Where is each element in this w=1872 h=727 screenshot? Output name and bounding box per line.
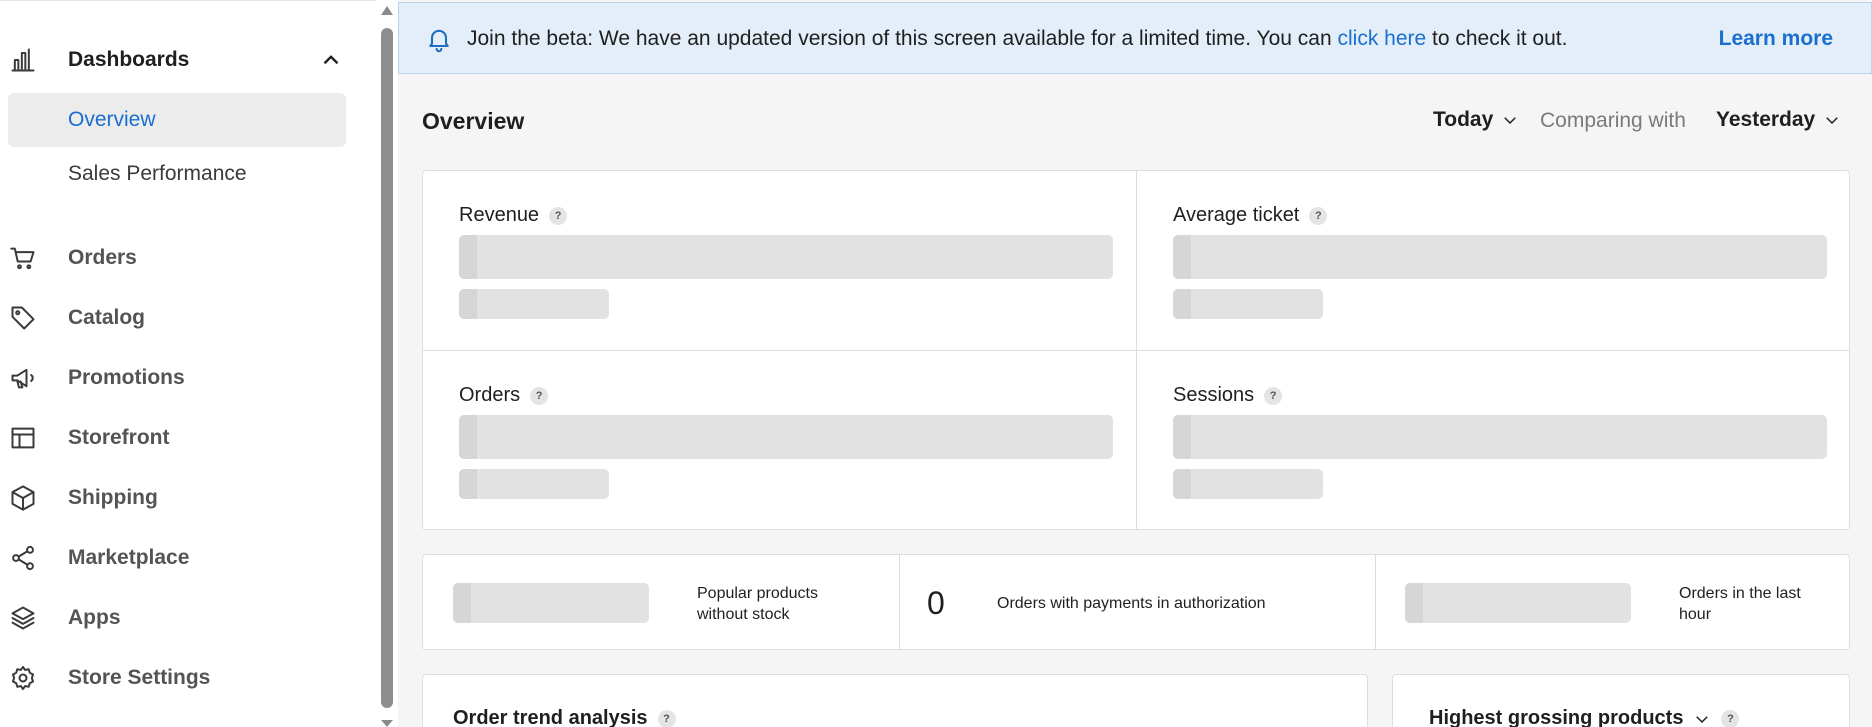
chevron-down-icon — [1826, 117, 1839, 125]
box-icon — [8, 483, 38, 513]
period-value: Today — [1433, 108, 1494, 131]
layers-icon — [8, 603, 38, 633]
nav-group-label: Dashboards — [68, 48, 190, 71]
sidebar-item-label: Promotions — [68, 366, 185, 389]
banner-message: Join the beta: We have an updated versio… — [467, 27, 1567, 51]
help-icon[interactable]: ? — [1309, 206, 1328, 225]
chevron-up-icon[interactable] — [318, 47, 344, 73]
scroll-thumb[interactable] — [381, 28, 393, 708]
metrics-panel: Revenue ? Average ticket ? Orders ? Sess… — [422, 170, 1850, 530]
loading-skeleton — [459, 415, 1113, 459]
sidebar-item-shipping[interactable]: Shipping — [0, 473, 360, 523]
metric-label-row: Average ticket ? — [1173, 204, 1328, 227]
metric-label-row: Sessions ? — [1173, 384, 1283, 407]
cart-icon — [8, 243, 38, 273]
loading-skeleton — [1173, 415, 1827, 459]
help-icon[interactable]: ? — [1264, 386, 1283, 405]
loading-skeleton — [1173, 469, 1323, 499]
bar-chart-icon — [8, 45, 38, 75]
comparing-label: Comparing with — [1540, 109, 1686, 132]
loading-skeleton — [1173, 235, 1827, 279]
chevron-down-icon[interactable] — [1693, 710, 1711, 727]
nav-group-dashboards[interactable]: Dashboards — [0, 39, 360, 81]
sidebar-item-overview[interactable]: Overview — [8, 93, 346, 147]
sidebar-item-label: Marketplace — [68, 546, 190, 569]
gear-icon — [8, 663, 38, 693]
sidebar-item-orders[interactable]: Orders — [0, 233, 360, 283]
card-title: Order trend analysis — [453, 707, 648, 727]
page-title: Overview — [422, 108, 525, 134]
highest-grossing-card: Highest grossing products ? — [1392, 674, 1850, 727]
sidebar-item-label: Store Settings — [68, 666, 211, 689]
banner-text-after: to check it out. — [1426, 27, 1568, 50]
stats-strip: Popular products without stock 0 Orders … — [422, 554, 1850, 650]
sidebar-item-label: Overview — [68, 108, 156, 131]
sidebar-scrollbar[interactable] — [376, 0, 398, 727]
loading-skeleton — [459, 235, 1113, 279]
sidebar-item-promotions[interactable]: Promotions — [0, 353, 360, 403]
loading-skeleton — [459, 289, 609, 319]
card-title-row: Order trend analysis ? — [453, 707, 676, 727]
metric-label-row: Orders ? — [459, 384, 549, 407]
divider — [1375, 555, 1376, 649]
period-dropdown[interactable]: Today — [1433, 108, 1519, 132]
metric-card-average-ticket: Average ticket ? — [1137, 171, 1850, 350]
sidebar-item-label: Sales Performance — [68, 162, 247, 185]
sidebar-item-catalog[interactable]: Catalog — [0, 293, 360, 343]
sidebar-item-apps[interactable]: Apps — [0, 593, 360, 643]
order-trend-card: Order trend analysis ? — [422, 674, 1368, 727]
scroll-down-arrow[interactable] — [381, 720, 393, 727]
tag-icon — [8, 303, 38, 333]
sidebar-item-store-settings[interactable]: Store Settings — [0, 653, 360, 703]
loading-skeleton — [453, 583, 649, 623]
card-title-row[interactable]: Highest grossing products ? — [1429, 707, 1740, 727]
sidebar-item-storefront[interactable]: Storefront — [0, 413, 360, 463]
metric-label: Revenue — [459, 204, 540, 226]
sidebar-item-label: Storefront — [68, 426, 170, 449]
metric-card-revenue: Revenue ? — [423, 171, 1136, 350]
metric-label: Sessions — [1173, 384, 1255, 406]
stat-payments-in-authorization[interactable]: Orders with payments in authorization — [997, 593, 1337, 614]
sidebar-item-label: Orders — [68, 246, 137, 269]
stat-value: 0 — [927, 585, 945, 621]
metric-card-orders: Orders ? — [423, 351, 1136, 530]
stat-popular-without-stock[interactable]: Popular products without stock — [697, 583, 857, 625]
help-icon[interactable]: ? — [549, 206, 568, 225]
metric-label-row: Revenue ? — [459, 204, 568, 227]
banner-click-here-link[interactable]: click here — [1337, 27, 1426, 50]
share-icon — [8, 543, 38, 573]
compare-period-value: Yesterday — [1716, 108, 1816, 131]
beta-banner: Join the beta: We have an updated versio… — [398, 2, 1872, 74]
stat-orders-last-hour[interactable]: Orders in the last hour — [1679, 583, 1829, 625]
help-icon[interactable]: ? — [530, 386, 549, 405]
chevron-down-icon — [1504, 117, 1517, 125]
learn-more-link[interactable]: Learn more — [1719, 27, 1833, 51]
help-icon[interactable]: ? — [657, 709, 676, 727]
loading-skeleton — [1405, 583, 1631, 623]
card-title: Highest grossing products — [1429, 707, 1684, 727]
loading-skeleton — [1173, 289, 1323, 319]
sidebar-item-sales-performance[interactable]: Sales Performance — [8, 147, 346, 201]
metric-card-sessions: Sessions ? — [1137, 351, 1850, 530]
sidebar-item-label: Shipping — [68, 486, 158, 509]
bell-icon — [425, 25, 453, 53]
sidebar-item-label: Catalog — [68, 306, 146, 329]
metric-label: Average ticket — [1173, 204, 1300, 226]
megaphone-icon — [8, 363, 38, 393]
metric-label: Orders — [459, 384, 521, 406]
divider — [899, 555, 900, 649]
layout-icon — [8, 423, 38, 453]
scroll-up-arrow[interactable] — [381, 6, 393, 15]
help-icon[interactable]: ? — [1721, 709, 1740, 727]
loading-skeleton — [459, 469, 609, 499]
compare-period-dropdown[interactable]: Yesterday — [1716, 108, 1841, 132]
banner-text-before: Join the beta: We have an updated versio… — [467, 27, 1338, 50]
sidebar: Dashboards Overview Sales Performance Or… — [0, 0, 376, 727]
sidebar-item-marketplace[interactable]: Marketplace — [0, 533, 360, 583]
sidebar-item-label: Apps — [68, 606, 121, 629]
